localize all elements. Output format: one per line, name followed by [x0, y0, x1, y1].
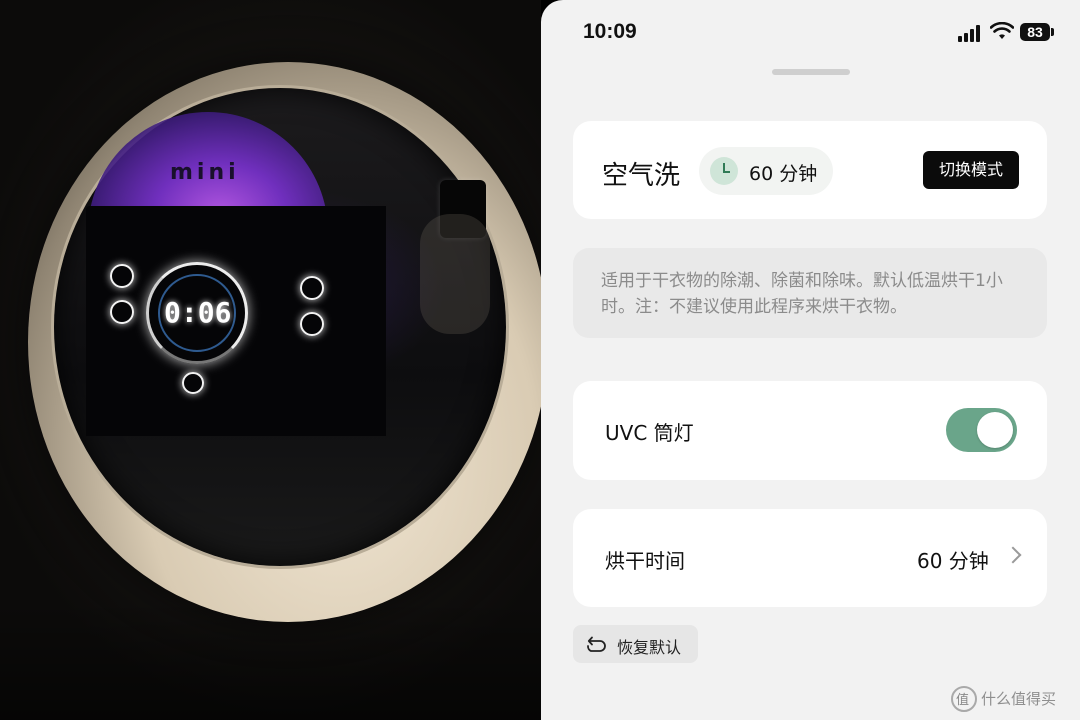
battery-indicator: 83	[1020, 23, 1050, 41]
watermark: 什么值得买	[951, 686, 1076, 712]
chevron-right-icon	[1004, 546, 1022, 564]
duration-badge: 60 分钟	[699, 147, 833, 195]
sheet-grabber[interactable]	[772, 69, 850, 75]
reset-icon	[587, 636, 606, 652]
dry-time-value: 60 分钟	[917, 549, 989, 573]
panel-button-icon	[300, 312, 324, 336]
hand-reflection	[420, 214, 490, 334]
switch-mode-button[interactable]: 切换模式	[923, 151, 1019, 189]
battery-tip	[1051, 28, 1054, 36]
mode-title: 空气洗	[602, 161, 681, 191]
dryer-brand-logo: mini	[170, 160, 240, 185]
mode-card: 空气洗 60 分钟 切换模式	[573, 121, 1047, 219]
status-bar: 10:09 83	[541, 0, 1080, 60]
dry-time-label: 烘干时间	[605, 549, 685, 573]
uvc-label: UVC 筒灯	[605, 421, 694, 445]
toggle-knob	[977, 412, 1013, 448]
reset-default-button[interactable]: 恢复默认	[573, 625, 698, 663]
uvc-toggle[interactable]	[946, 408, 1017, 452]
panel-button-icon	[110, 264, 134, 288]
wifi-icon	[990, 22, 1014, 39]
phone-screen: 10:09 83 空气洗 60 分钟 切换模式 适用于干衣物的除潮、除菌和除味。…	[541, 0, 1080, 720]
panel-button-icon	[300, 276, 324, 300]
watermark-logo-icon	[951, 686, 977, 712]
dryer-display-time: 0:06	[164, 296, 232, 329]
panel-button-icon	[110, 300, 134, 324]
mode-description-card: 适用于干衣物的除潮、除菌和除味。默认低温烘干1小时。注：不建议使用此程序来烘干衣…	[573, 248, 1047, 338]
watermark-text: 什么值得买	[981, 690, 1057, 708]
status-time: 10:09	[583, 20, 637, 43]
dryer-photo: mini 0:06	[0, 0, 541, 720]
dry-time-row[interactable]: 烘干时间 60 分钟	[573, 509, 1047, 607]
power-icon	[182, 372, 204, 394]
reset-default-label: 恢复默认	[617, 638, 682, 657]
uvc-light-row: UVC 筒灯	[573, 381, 1047, 480]
mode-description: 适用于干衣物的除潮、除菌和除味。默认低温烘干1小时。注：不建议使用此程序来烘干衣…	[601, 271, 1003, 317]
clock-icon	[710, 157, 738, 185]
duration-text: 60 分钟	[749, 163, 818, 185]
cellular-signal-icon	[958, 24, 984, 42]
